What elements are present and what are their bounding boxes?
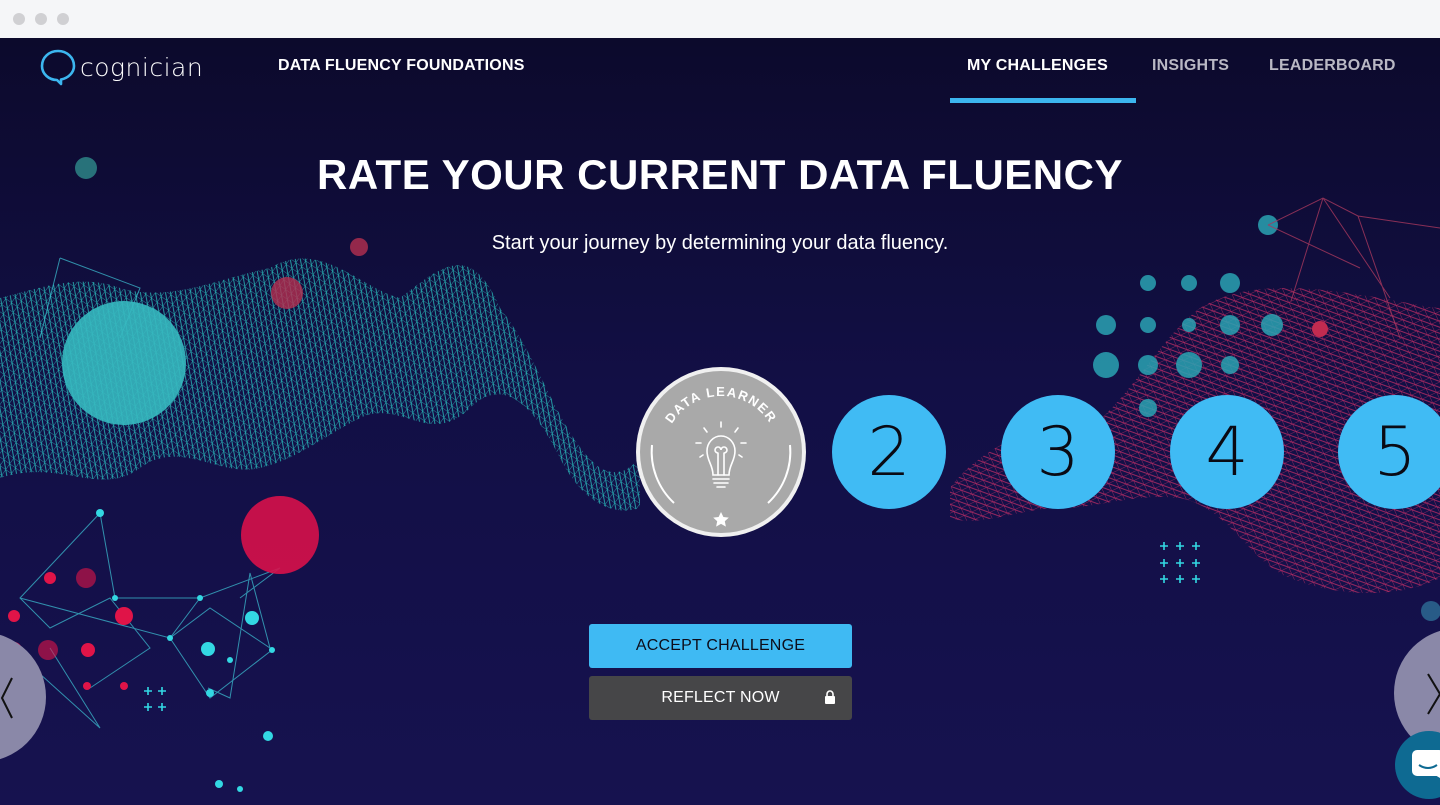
lock-icon (825, 690, 835, 704)
level-5-button[interactable]: 5 (1338, 395, 1440, 509)
course-title[interactable]: DATA FLUENCY FOUNDATIONS (278, 57, 525, 75)
accept-challenge-label: ACCEPT CHALLENGE (635, 637, 806, 654)
active-tab-indicator (950, 98, 1136, 103)
top-navigation: cognician DATA FLUENCY FOUNDATIONS MY CH… (0, 38, 1440, 104)
chevron-left-icon (0, 677, 13, 719)
reflect-now-button[interactable]: REFLECT NOW (589, 676, 852, 720)
accept-challenge-button[interactable]: ACCEPT CHALLENGE (589, 624, 852, 668)
window-minimize-button[interactable] (35, 13, 47, 25)
cognician-logo[interactable]: cognician (40, 48, 203, 86)
window-close-button[interactable] (13, 13, 25, 25)
level-2-button[interactable]: 2 (832, 395, 946, 509)
level-3-button[interactable]: 3 (1001, 395, 1115, 509)
large-teal-dot (62, 301, 186, 425)
plus-grid-left (144, 687, 166, 711)
nav-tab-leaderboard[interactable]: LEADERBOARD (1269, 57, 1396, 75)
window-maximize-button[interactable] (57, 13, 69, 25)
page-subtitle: Start your journey by determining your d… (491, 232, 949, 254)
speech-bubble-logo-icon (40, 49, 76, 86)
reflect-now-label: REFLECT NOW (661, 689, 780, 706)
nav-tab-insights[interactable]: INSIGHTS (1152, 57, 1229, 75)
logo-wordmark: cognician (80, 52, 204, 82)
chevron-right-icon (1427, 673, 1440, 715)
large-red-dot (241, 496, 319, 574)
data-learner-badge[interactable]: DATA LEARNER (634, 365, 808, 539)
nav-tab-my-challenges[interactable]: MY CHALLENGES (967, 57, 1108, 75)
app-viewport: cognician DATA FLUENCY FOUNDATIONS MY CH… (0, 38, 1440, 805)
window-titlebar (0, 0, 1440, 38)
level-4-button[interactable]: 4 (1170, 395, 1284, 509)
page-title: RATE YOUR CURRENT DATA FLUENCY (317, 151, 1123, 198)
plus-grid-right (1160, 542, 1200, 583)
chat-icon (1412, 750, 1440, 778)
